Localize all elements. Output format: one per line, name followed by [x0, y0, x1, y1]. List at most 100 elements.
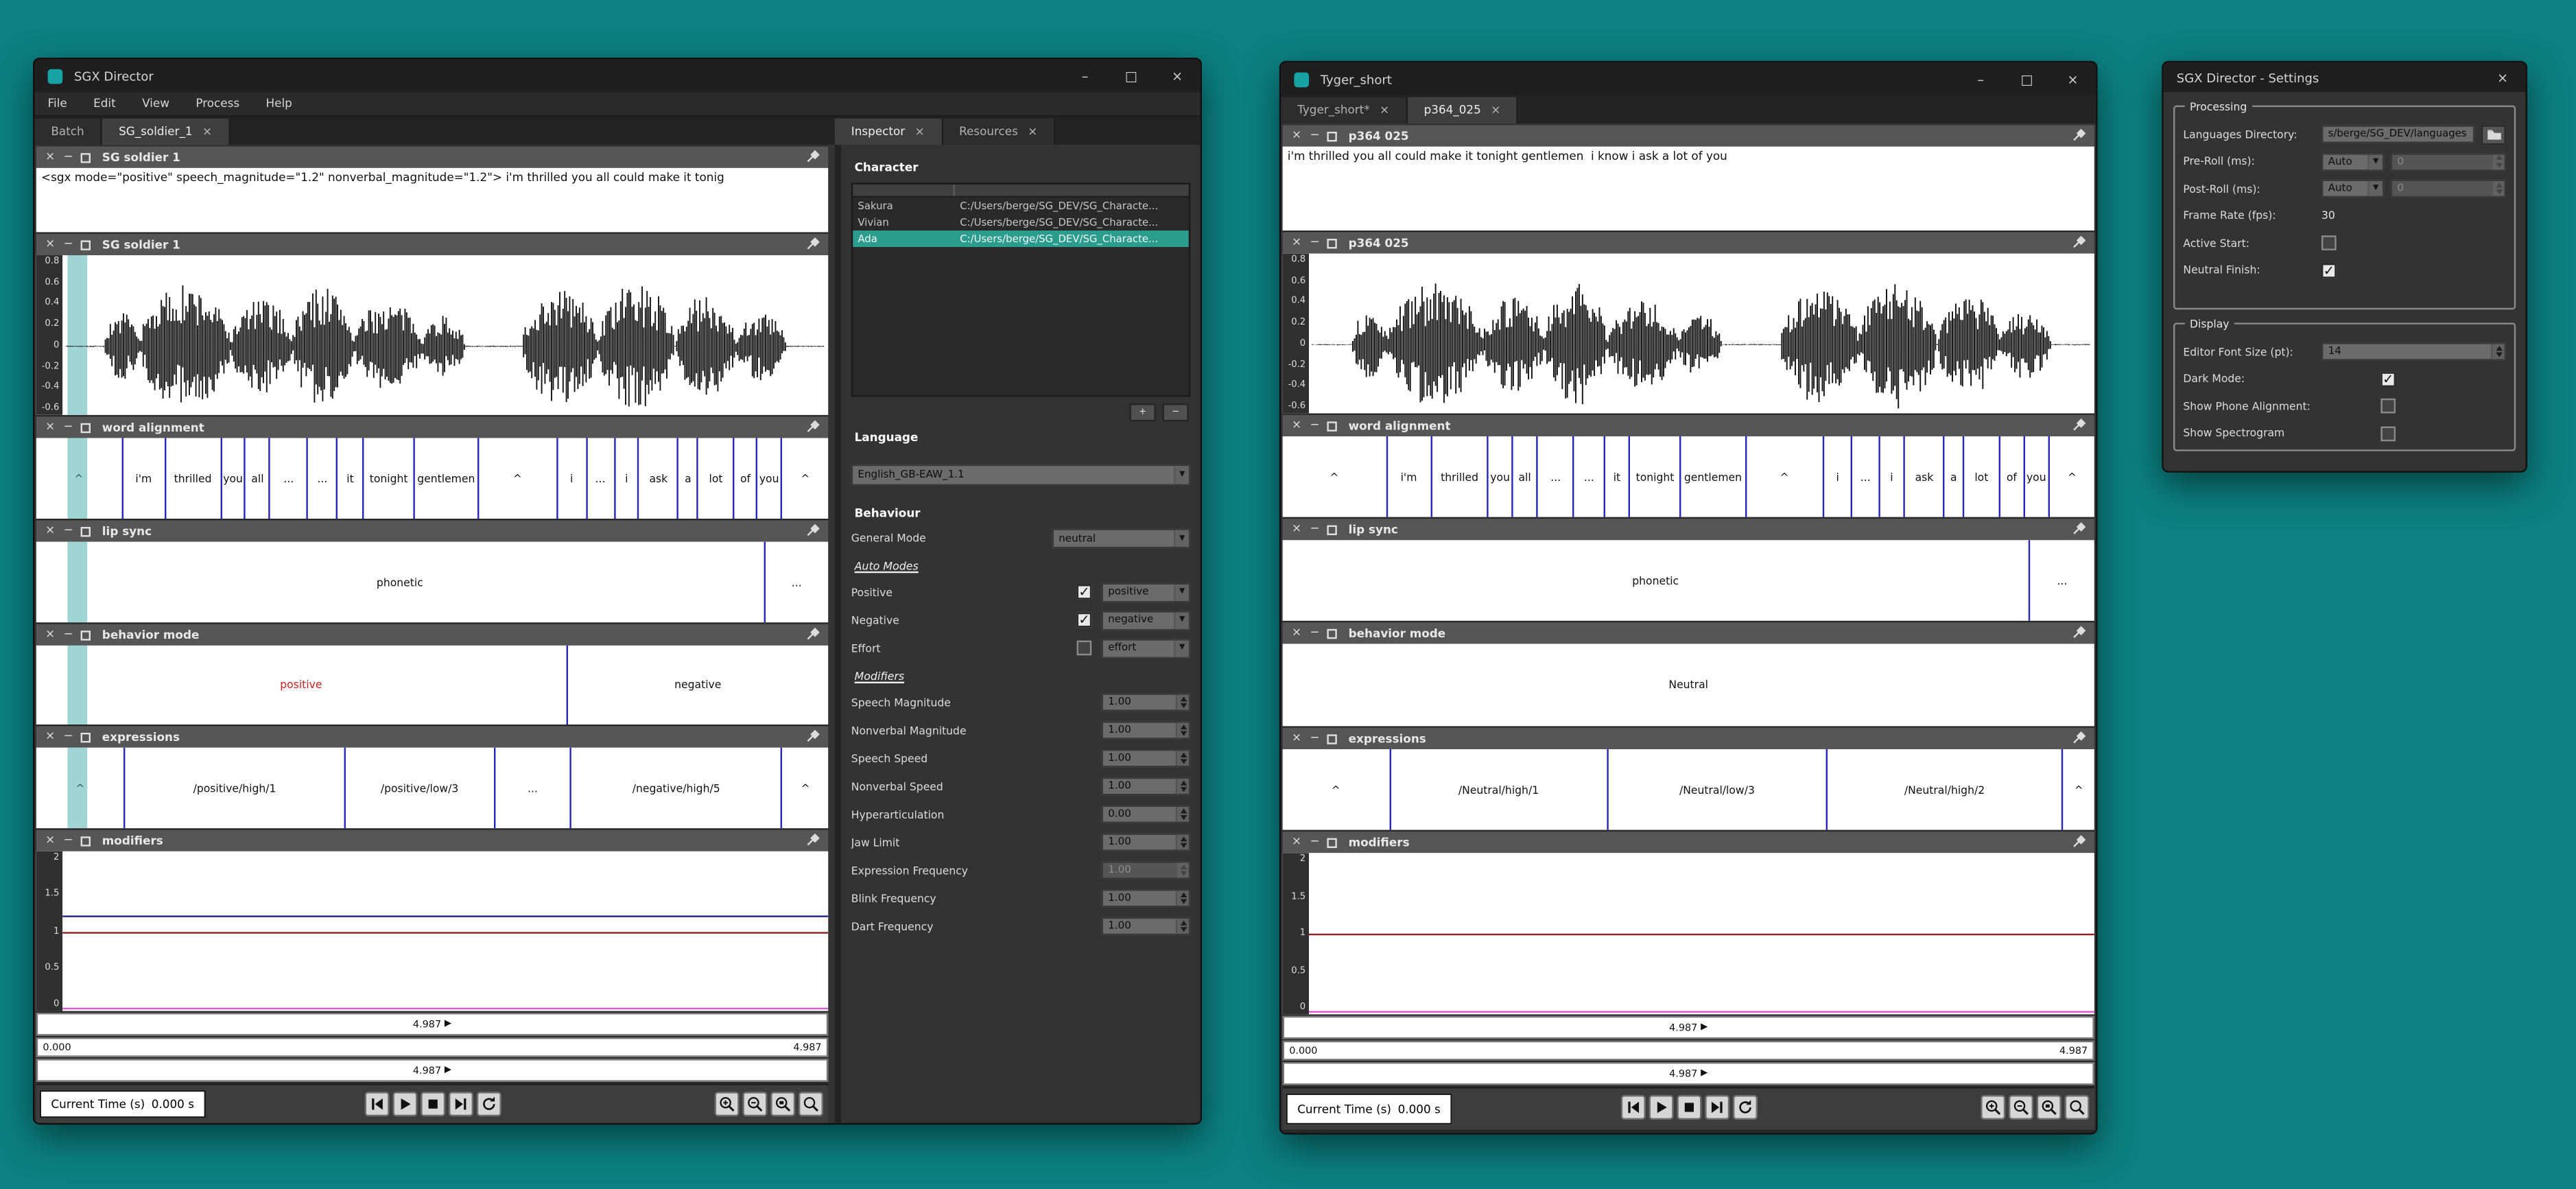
- timeline-segment[interactable]: Neutral: [1283, 644, 2094, 726]
- loop-button[interactable]: [476, 1092, 501, 1116]
- timeline-segment[interactable]: all: [1513, 436, 1538, 517]
- timeline-zoom-bar-upper[interactable]: 4.987 ▶: [36, 1013, 828, 1036]
- timeline-segment[interactable]: i: [1824, 436, 1853, 517]
- timeline-segment[interactable]: it: [338, 438, 364, 519]
- timeline-segment[interactable]: negative: [567, 646, 828, 725]
- panel-close-icon[interactable]: ×: [45, 239, 56, 250]
- modifiers-plot[interactable]: [62, 851, 828, 1011]
- add-character-button[interactable]: +: [1129, 403, 1155, 421]
- nonverbal-magnitude-spinbox[interactable]: 1.00: [1102, 721, 1191, 739]
- panel-float-icon[interactable]: [81, 732, 91, 742]
- menu-edit[interactable]: Edit: [80, 97, 129, 110]
- tab-sg-soldier-1[interactable]: SG_soldier_1×: [102, 119, 230, 145]
- timeline-segment[interactable]: ^: [2063, 749, 2094, 830]
- character-row-vivian[interactable]: VivianC:/Users/berge/SG_DEV/SG_Characte.…: [853, 214, 1189, 231]
- panel-float-icon[interactable]: [1327, 628, 1336, 638]
- timeline-segment[interactable]: ...: [495, 748, 571, 829]
- panel-titlebar[interactable]: × − p364 025: [1283, 125, 2094, 146]
- stop-button[interactable]: [1676, 1095, 1701, 1120]
- pin-icon[interactable]: [2071, 835, 2086, 850]
- timeline-segment[interactable]: gentlemen: [415, 438, 479, 519]
- close-button[interactable]: ×: [1154, 59, 1200, 92]
- post-roll-mode-select[interactable]: Auto ▼: [2321, 180, 2384, 198]
- titlebar[interactable]: SGX Director – □ ×: [34, 59, 1200, 92]
- skip-start-button[interactable]: [1620, 1095, 1645, 1120]
- timeline-range-bar[interactable]: 0.000 4.987: [1283, 1041, 2094, 1061]
- timeline-segment[interactable]: tonight: [364, 438, 415, 519]
- panel-titlebar[interactable]: × − SG soldier 1: [36, 234, 828, 255]
- timeline-segment[interactable]: thrilled: [1432, 436, 1489, 517]
- panel-collapse-icon[interactable]: −: [62, 629, 74, 641]
- pin-icon[interactable]: [2071, 731, 2086, 746]
- pin-icon[interactable]: [2071, 419, 2086, 434]
- pin-icon[interactable]: [2071, 235, 2086, 250]
- titlebar[interactable]: Tyger_short – □ ×: [1281, 62, 2096, 95]
- script-text[interactable]: i'm thrilled you all could make it tonig…: [1283, 147, 2094, 231]
- timeline-zoom-bar-upper[interactable]: 4.987 ▶: [1283, 1016, 2094, 1039]
- dart-frequency-spinbox[interactable]: 1.00: [1102, 917, 1191, 935]
- tab-close-icon[interactable]: ×: [1491, 104, 1500, 117]
- menu-view[interactable]: View: [129, 97, 182, 110]
- pin-icon[interactable]: [805, 833, 820, 848]
- timeline-segment[interactable]: ask: [1905, 436, 1945, 517]
- timeline-segment[interactable]: i: [558, 438, 587, 519]
- panel-collapse-icon[interactable]: −: [1309, 237, 1321, 249]
- effort-mode-select[interactable]: effort▼: [1102, 638, 1191, 658]
- panel-close-icon[interactable]: ×: [1291, 523, 1303, 535]
- timeline-segment[interactable]: ^: [1283, 436, 1388, 517]
- timeline-segment[interactable]: lot: [698, 438, 735, 519]
- panel-titlebar[interactable]: × − expressions: [1283, 728, 2094, 749]
- panel-float-icon[interactable]: [81, 239, 91, 249]
- waveform-plot[interactable]: [1309, 254, 2094, 414]
- panel-titlebar[interactable]: × − modifiers: [1283, 832, 2094, 853]
- zoom-in-button[interactable]: [1981, 1095, 2005, 1120]
- timeline-segment[interactable]: i: [615, 438, 640, 519]
- timeline-segment[interactable]: i'm: [1387, 436, 1432, 517]
- panel-collapse-icon[interactable]: −: [1309, 130, 1321, 142]
- tab-p364-025[interactable]: p364_025×: [1408, 97, 1519, 123]
- pin-icon[interactable]: [2071, 128, 2086, 143]
- timeline-segment[interactable]: you: [1489, 436, 1513, 517]
- pin-icon[interactable]: [2071, 522, 2086, 537]
- modifiers-plot[interactable]: [1309, 853, 2094, 1014]
- panel-collapse-icon[interactable]: −: [1309, 836, 1321, 848]
- panel-collapse-icon[interactable]: −: [62, 239, 74, 250]
- character-list[interactable]: SakuraC:/Users/berge/SG_DEV/SG_Characte.…: [851, 183, 1190, 397]
- negative-mode-select[interactable]: negative▼: [1102, 610, 1191, 630]
- speech-speed-spinbox[interactable]: 1.00: [1102, 749, 1191, 767]
- panel-titlebar[interactable]: × − behavior mode: [1283, 622, 2094, 644]
- zoom-selection-button[interactable]: [2065, 1095, 2090, 1120]
- zoom-out-button[interactable]: [2009, 1095, 2033, 1120]
- tab-inspector[interactable]: Inspector×: [835, 119, 943, 145]
- remove-character-button[interactable]: −: [1162, 403, 1188, 421]
- play-button[interactable]: [1648, 1095, 1673, 1120]
- panel-titlebar[interactable]: × − word alignment: [36, 416, 828, 438]
- timeline-segment[interactable]: phonetic: [36, 542, 766, 623]
- timeline-segment[interactable]: i'm: [123, 438, 165, 519]
- timeline-segment[interactable]: ^: [782, 438, 828, 519]
- timeline-zoom-bar-lower[interactable]: 4.987 ▶: [1283, 1062, 2094, 1085]
- panel-float-icon[interactable]: [1327, 524, 1336, 534]
- tab-close-icon[interactable]: ×: [1380, 104, 1389, 117]
- minimize-button[interactable]: –: [1958, 62, 2004, 95]
- timeline-segment[interactable]: ...: [765, 542, 828, 623]
- maximize-button[interactable]: □: [1108, 59, 1154, 92]
- tab-resources[interactable]: Resources×: [943, 119, 1056, 145]
- timeline-segment[interactable]: ^: [479, 438, 558, 519]
- panel-close-icon[interactable]: ×: [45, 731, 56, 743]
- menu-help[interactable]: Help: [252, 97, 305, 110]
- panel-collapse-icon[interactable]: −: [1309, 420, 1321, 432]
- panel-collapse-icon[interactable]: −: [1309, 523, 1321, 535]
- zoom-fit-button[interactable]: [2037, 1095, 2061, 1120]
- show-spectrogram-checkbox[interactable]: [2380, 425, 2396, 440]
- panel-float-icon[interactable]: [81, 152, 91, 162]
- tab-close-icon[interactable]: ×: [202, 125, 212, 138]
- negative-checkbox[interactable]: ✓: [1077, 613, 1092, 628]
- languages-directory-field[interactable]: s/berge/SG_DEV/languages: [2321, 125, 2474, 143]
- timeline-segment[interactable]: it: [1605, 436, 1631, 517]
- timeline-segment[interactable]: ask: [639, 438, 678, 519]
- panel-collapse-icon[interactable]: −: [1309, 627, 1321, 639]
- timeline-segment[interactable]: ...: [271, 438, 309, 519]
- tab-close-icon[interactable]: ×: [1028, 125, 1037, 138]
- panel-close-icon[interactable]: ×: [45, 629, 56, 641]
